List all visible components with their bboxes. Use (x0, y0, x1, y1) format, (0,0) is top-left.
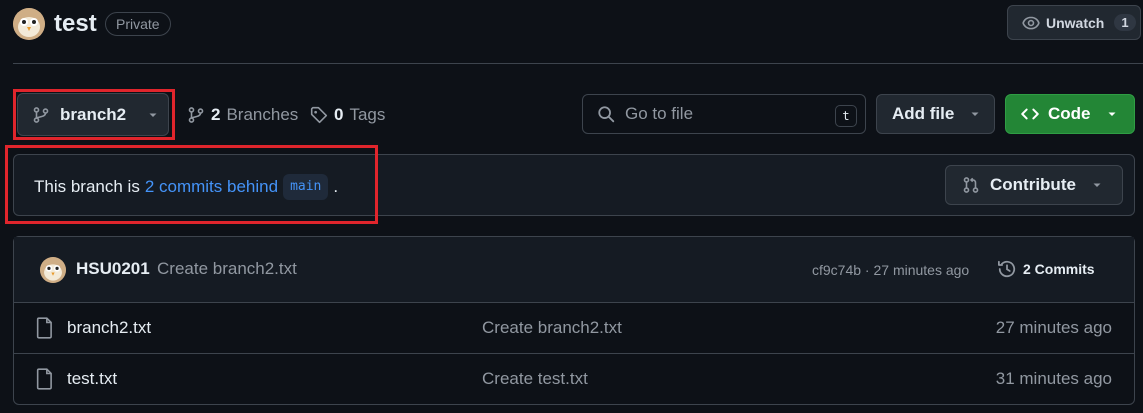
repo-name[interactable]: test (54, 9, 97, 39)
commit-author[interactable]: HSU0201 (76, 259, 150, 279)
chevron-down-icon (970, 109, 980, 119)
commit-author-avatar[interactable] (40, 257, 66, 283)
file-icon (36, 317, 54, 339)
commit-message[interactable]: Create branch2.txt (157, 259, 297, 279)
visibility-badge: Private (105, 12, 171, 36)
contribute-button[interactable]: Contribute (945, 165, 1123, 205)
status-highlight-box (5, 145, 378, 224)
branches-link[interactable]: 2 Branches (187, 105, 298, 125)
commits-history-link[interactable]: 2 Commits (997, 259, 1095, 279)
branches-label: Branches (226, 105, 299, 124)
chevron-down-icon (1107, 109, 1117, 119)
file-name-link[interactable]: branch2.txt (67, 318, 151, 338)
commits-count-label: 2 Commits (1023, 261, 1095, 277)
branch-highlight-box (13, 89, 175, 140)
search-icon (597, 105, 615, 123)
file-age: 27 minutes ago (995, 318, 1112, 337)
code-button[interactable]: Code (1005, 94, 1135, 134)
go-to-file-input[interactable]: Go to file t (582, 94, 866, 134)
git-pull-request-icon (962, 176, 980, 194)
file-commit-message[interactable]: Create branch2.txt (482, 318, 622, 338)
unwatch-label: Unwatch (1046, 14, 1105, 31)
tag-icon (310, 106, 328, 124)
file-name-link[interactable]: test.txt (67, 369, 117, 389)
add-file-label: Add file (892, 104, 955, 123)
header-divider (13, 63, 1143, 64)
tags-label: Tags (349, 105, 386, 124)
eye-icon (1022, 14, 1040, 32)
git-branch-icon (187, 106, 205, 124)
repo-owner-avatar[interactable] (13, 8, 45, 40)
commit-hash-time[interactable]: cf9c74b · 27 minutes ago (812, 262, 969, 278)
keyboard-shortcut: t (835, 105, 857, 127)
go-to-file-placeholder: Go to file (625, 104, 694, 123)
file-commit-message[interactable]: Create test.txt (482, 369, 588, 389)
watch-count: 1 (1114, 14, 1136, 31)
branches-count: 2 (211, 105, 221, 124)
contribute-label: Contribute (990, 175, 1076, 194)
add-file-button[interactable]: Add file (876, 94, 995, 134)
file-icon (36, 368, 54, 390)
code-label: Code (1048, 104, 1091, 123)
file-age: 31 minutes ago (995, 369, 1112, 388)
chevron-down-icon (1092, 180, 1102, 190)
tags-count: 0 (334, 105, 344, 124)
history-icon (997, 259, 1017, 279)
code-icon (1020, 105, 1040, 123)
unwatch-button[interactable]: Unwatch 1 (1007, 5, 1141, 40)
tags-link[interactable]: 0 Tags (310, 105, 385, 125)
